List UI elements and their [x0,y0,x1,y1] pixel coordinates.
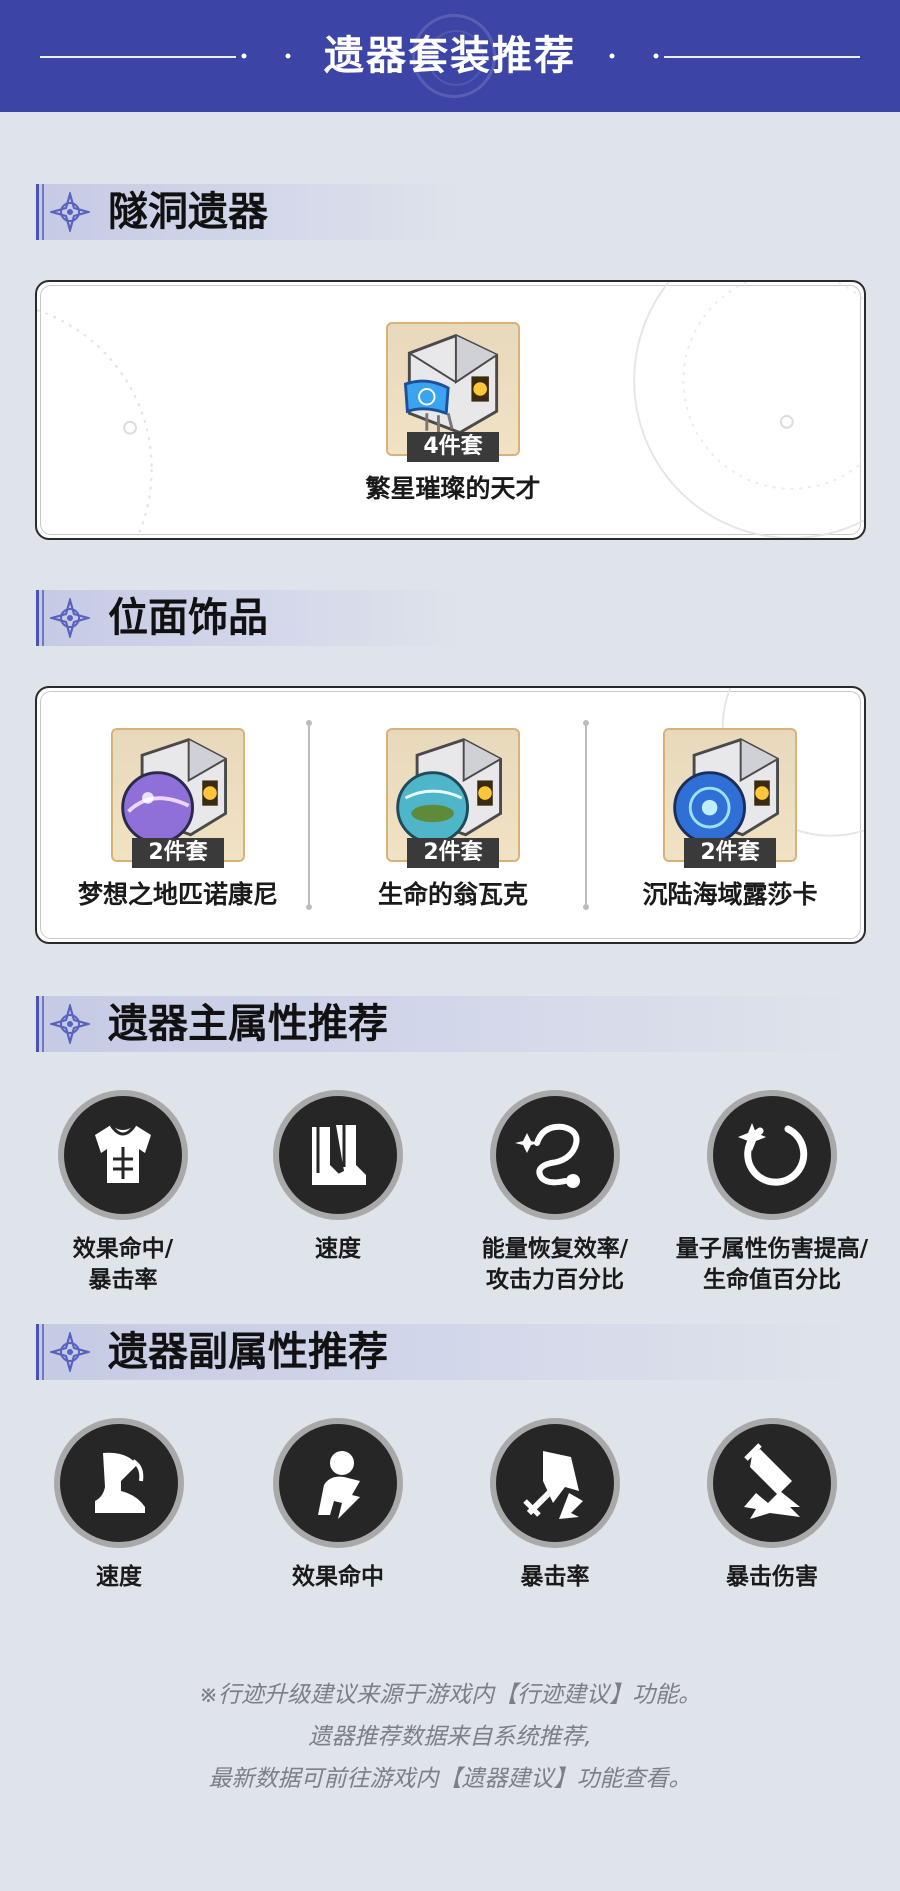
stat-label: 速度 [315,1236,361,1262]
footer-note-line: 遗器推荐数据来自系统推荐, [308,1724,592,1750]
set-count-badge: 2件套 [684,838,776,868]
star-compass-icon [50,192,90,232]
page-header: 遗器套装推荐 [0,0,900,112]
page-title: 遗器套装推荐 [324,33,576,79]
divider [306,720,312,910]
relic-set-name: 生命的翁瓦克 [377,880,528,909]
section-title: 遗器副属性推荐 [108,1328,388,1375]
footer-note-line: 最新数据可前往游戏内【遗器建议】功能查看。 [208,1766,692,1792]
section-title: 隧洞遗器 [108,188,268,235]
stat-label: 暴击率 [520,1564,590,1590]
speed-boot-icon [95,1452,145,1513]
header-right-line [664,56,860,58]
planar-sphere-icon [515,1123,580,1188]
set-count-badge: 2件套 [132,838,224,868]
star-compass-icon [50,598,90,638]
stat-label: 效果命中/ [72,1236,174,1262]
set-count-badge: 2件套 [407,838,499,868]
body-armor-icon [95,1124,151,1183]
boots-icon [312,1125,366,1185]
crit-damage-icon [744,1443,800,1519]
footer-note-line: ※行迹升级建议来源于游戏内【行迹建议】功能。 [198,1682,702,1708]
relic-set-name: 繁星璀璨的天才 [365,474,541,503]
stat-label: 生命值百分比 [703,1267,841,1293]
relic-set-name: 沉陆海域露莎卡 [642,880,818,909]
star-compass-icon [50,1004,90,1044]
stat-label: 量子属性伤害提高/ [675,1236,869,1262]
cavern-relic-card: 4件套 繁星璀璨的天才 [35,280,866,540]
header-left-line [40,56,236,58]
stat-label: 攻击力百分比 [486,1267,624,1293]
relic-set-name: 梦想之地匹诺康尼 [77,880,278,909]
section-heading-cavern: 隧洞遗器 [36,184,856,240]
effect-hit-icon [318,1451,360,1519]
crit-rate-icon [523,1451,583,1519]
section-heading-main-stats: 遗器主属性推荐 [36,996,856,1052]
divider [583,720,589,910]
section-heading-planar: 位面饰品 [36,590,856,646]
stat-label: 暴击伤害 [726,1564,818,1590]
planar-ornament-card: 2件套 梦想之地匹诺康尼 2件套 生命的翁瓦克 2件套 沉陆海域露莎卡 [35,686,866,944]
link-rope-icon [738,1123,808,1186]
set-count-badge: 4件套 [407,432,499,462]
stat-label: 能量恢复效率/ [481,1236,629,1262]
crescent-moon-icon [609,44,659,68]
stat-label: 效果命中 [292,1564,384,1590]
star-compass-icon [50,1332,90,1372]
section-heading-sub-stats: 遗器副属性推荐 [36,1324,856,1380]
section-title: 遗器主属性推荐 [108,1000,388,1047]
footer-notes: ※行迹升级建议来源于游戏内【行迹建议】功能。 遗器推荐数据来自系统推荐, 最新数… [60,1674,840,1800]
stat-label: 速度 [96,1564,142,1590]
stat-label: 暴击率 [88,1267,158,1293]
section-title: 位面饰品 [108,594,268,641]
